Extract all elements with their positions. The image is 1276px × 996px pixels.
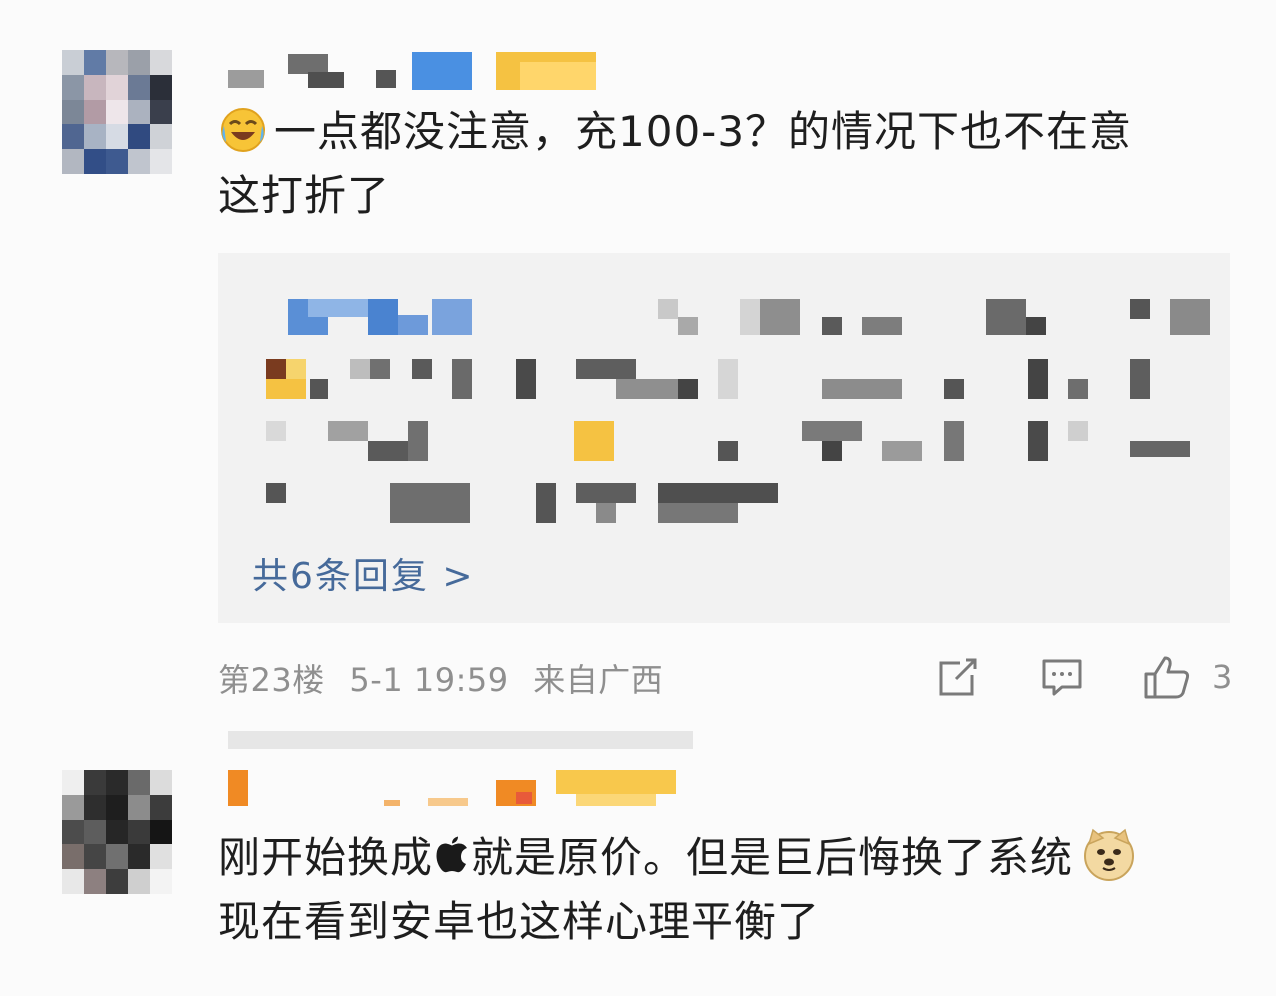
reply-preview-box[interactable]: 共6条回复 > [218, 253, 1230, 623]
comment-text: 一点都没注意，充100-3？的情况下也不在意 这打折了 [218, 100, 1132, 228]
comment-text-line1: 一点都没注意，充100-3？的情况下也不在意 [274, 107, 1133, 156]
avatar[interactable] [62, 770, 172, 894]
divider [228, 731, 693, 749]
thumbs-up-icon [1142, 652, 1192, 702]
floor-number: 第23楼 [218, 661, 325, 699]
comment-meta: 第23楼 5-1 19:59 来自广西 [218, 655, 677, 701]
share-icon [936, 655, 980, 699]
comment-text-line1-part1: 刚开始换成 [218, 833, 434, 882]
username-censored[interactable] [228, 770, 688, 810]
comment-text: 刚开始换成 就是原价。但是巨后悔换了系统 现在看到安卓也这样心理平衡了 [218, 826, 1137, 954]
doge-emoji-icon [1081, 826, 1137, 882]
share-button[interactable] [936, 652, 980, 702]
like-button[interactable]: 3 [1142, 652, 1232, 702]
timestamp: 5-1 19:59 [349, 661, 509, 699]
comment-item: 一点都没注意，充100-3？的情况下也不在意 这打折了 共6条回复 > 第23楼… [0, 0, 1276, 730]
comment-icon [1040, 655, 1084, 699]
like-count: 3 [1212, 658, 1233, 696]
username-censored[interactable] [228, 50, 598, 90]
apple-logo-icon [435, 830, 469, 873]
comment-text-line2: 现在看到安卓也这样心理平衡了 [218, 897, 821, 946]
comment-text-line2: 这打折了 [218, 171, 391, 220]
location: 来自广西 [533, 661, 664, 699]
avatar[interactable] [62, 50, 172, 174]
comment-item: 刚开始换成 就是原价。但是巨后悔换了系统 现在看到安卓也这样心理平衡了 [0, 750, 1276, 996]
comment-button[interactable] [1040, 652, 1084, 702]
laugh-cry-emoji-icon [218, 104, 268, 154]
view-replies-link[interactable]: 共6条回复 > [252, 547, 475, 599]
comment-text-line1-part2: 就是原价。但是巨后悔换了系统 [471, 833, 1074, 882]
